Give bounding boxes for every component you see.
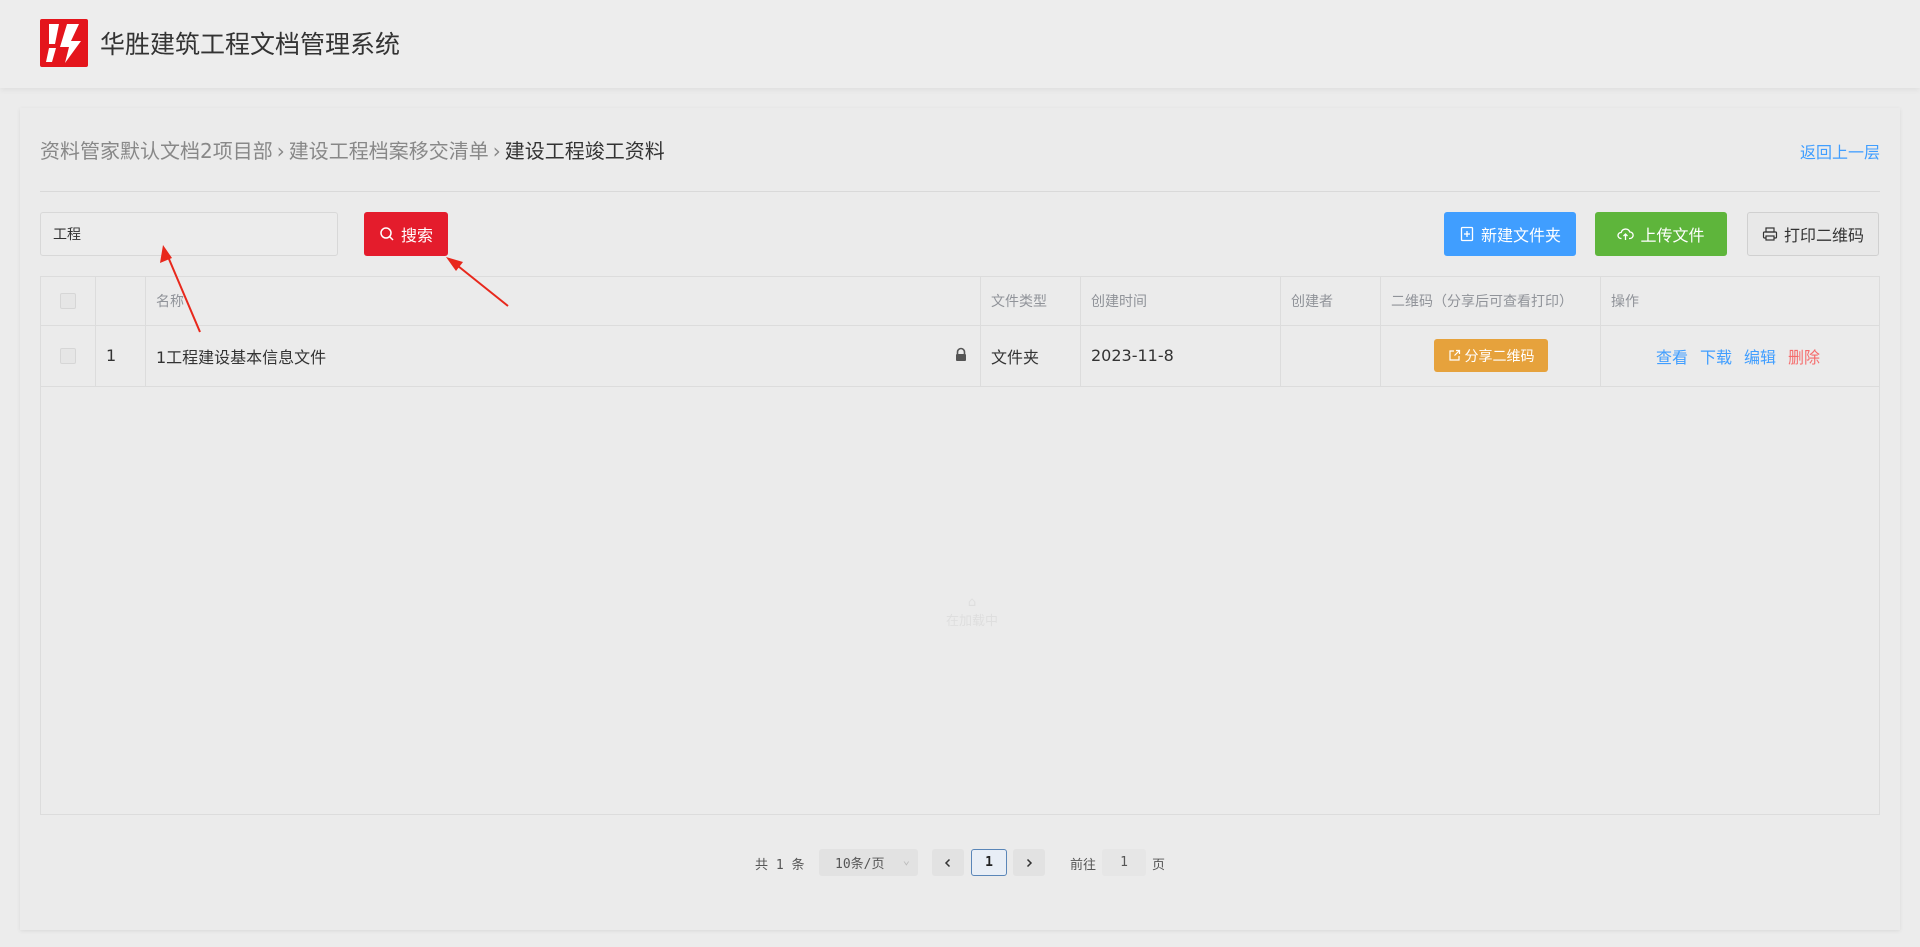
breadcrumb-current: 建设工程竣工资料: [504, 139, 665, 163]
search-icon: [380, 227, 394, 241]
loading-ghost: ⌂ 在加载中: [946, 595, 998, 629]
goto-label: 前往: [1070, 858, 1097, 873]
divider: [40, 191, 1880, 192]
goto-unit: 页: [1152, 858, 1166, 873]
new-folder-label: 新建文件夹: [1480, 226, 1561, 245]
chevron-right-icon: [1026, 858, 1033, 867]
header-actions: 操作: [1611, 294, 1639, 310]
row-name[interactable]: 1工程建设基本信息文件: [156, 344, 326, 368]
table-header: 名称 文件类型 创建时间 创建者 二维码（分享后可查看打印） 操作: [41, 277, 1879, 326]
row-type: 文件夹: [981, 325, 1081, 386]
header-creator: 创建者: [1281, 277, 1381, 325]
select-all-checkbox[interactable]: [60, 293, 76, 309]
page-size-value: 10条/页: [835, 857, 885, 872]
print-qr-label: 打印二维码: [1783, 226, 1864, 245]
app-logo: [40, 19, 88, 67]
search-button[interactable]: 搜索: [364, 212, 448, 256]
chevron-down-icon: ⌄: [902, 853, 910, 867]
loading-text: 在加载中: [946, 614, 999, 629]
header-qr: 二维码（分享后可查看打印）: [1381, 277, 1601, 325]
prev-page-button[interactable]: [932, 849, 964, 876]
row-name-cell[interactable]: 1工程建设基本信息文件: [146, 325, 981, 386]
view-link[interactable]: 查看: [1656, 344, 1688, 368]
next-page-button[interactable]: [1013, 849, 1045, 876]
file-table: 名称 文件类型 创建时间 创建者 二维码（分享后可查看打印） 操作 1 1工程建…: [40, 276, 1880, 815]
delete-link[interactable]: 删除: [1788, 344, 1820, 368]
chevron-right-icon: ›: [492, 139, 501, 163]
goto-page-input[interactable]: 1: [1102, 849, 1146, 876]
breadcrumb-item-transfer-list[interactable]: 建设工程档案移交清单: [289, 139, 489, 163]
add-document-icon: [1460, 226, 1474, 242]
chevron-left-icon: [944, 858, 951, 867]
table-row[interactable]: 1 1工程建设基本信息文件 文件夹 2023-11-8 分享二维码 查看 下载 …: [41, 325, 1879, 387]
upload-label: 上传文件: [1640, 226, 1705, 245]
print-qr-button[interactable]: 打印二维码: [1747, 212, 1879, 256]
header-type: 文件类型: [981, 277, 1081, 325]
share-icon: [1448, 349, 1460, 361]
edit-link[interactable]: 编辑: [1744, 344, 1776, 368]
header-checkbox-cell: [41, 277, 96, 325]
total-count: 共 1 条: [755, 858, 805, 873]
header-created: 创建时间: [1081, 277, 1281, 325]
search-input[interactable]: [40, 212, 338, 256]
pagination: 共 1 条 10条/页 ⌄ 1 前往 1 页: [20, 849, 1900, 877]
page-size-select[interactable]: 10条/页 ⌄: [819, 849, 918, 876]
back-link[interactable]: 返回上一层: [1800, 139, 1880, 163]
main-panel: 资料管家默认文档2项目部›建设工程档案移交清单›建设工程竣工资料 返回上一层 搜…: [20, 108, 1900, 930]
upload-button[interactable]: 上传文件: [1595, 212, 1727, 256]
breadcrumb-item-project[interactable]: 资料管家默认文档2项目部: [40, 139, 273, 163]
row-creator: [1281, 325, 1381, 386]
header-name: 名称: [146, 277, 981, 325]
row-actions: 查看 下载 编辑 删除: [1601, 325, 1879, 386]
row-created: 2023-11-8: [1081, 325, 1281, 386]
current-page[interactable]: 1: [971, 849, 1007, 876]
lock-icon: [956, 347, 966, 361]
printer-icon: [1762, 227, 1778, 241]
row-index: 1: [96, 325, 146, 386]
chevron-right-icon: ›: [276, 139, 285, 163]
row-checkbox[interactable]: [60, 347, 76, 364]
share-qr-button[interactable]: 分享二维码: [1434, 339, 1548, 372]
app-title: 华胜建筑工程文档管理系统: [100, 30, 401, 59]
top-header: 华胜建筑工程文档管理系统: [0, 0, 1920, 88]
row-checkbox-cell: [41, 325, 96, 386]
loading-icon: ⌂: [967, 595, 977, 610]
search-button-label: 搜索: [400, 226, 433, 245]
header-index: [96, 277, 146, 325]
download-link[interactable]: 下载: [1700, 344, 1732, 368]
breadcrumb: 资料管家默认文档2项目部 › 建设工程档案移交清单 › 建设工程竣工资料: [40, 137, 665, 165]
cloud-upload-icon: [1617, 228, 1635, 240]
row-qr-cell: 分享二维码: [1381, 325, 1601, 386]
new-folder-button[interactable]: 新建文件夹: [1444, 212, 1576, 256]
share-qr-label: 分享二维码: [1464, 348, 1535, 365]
